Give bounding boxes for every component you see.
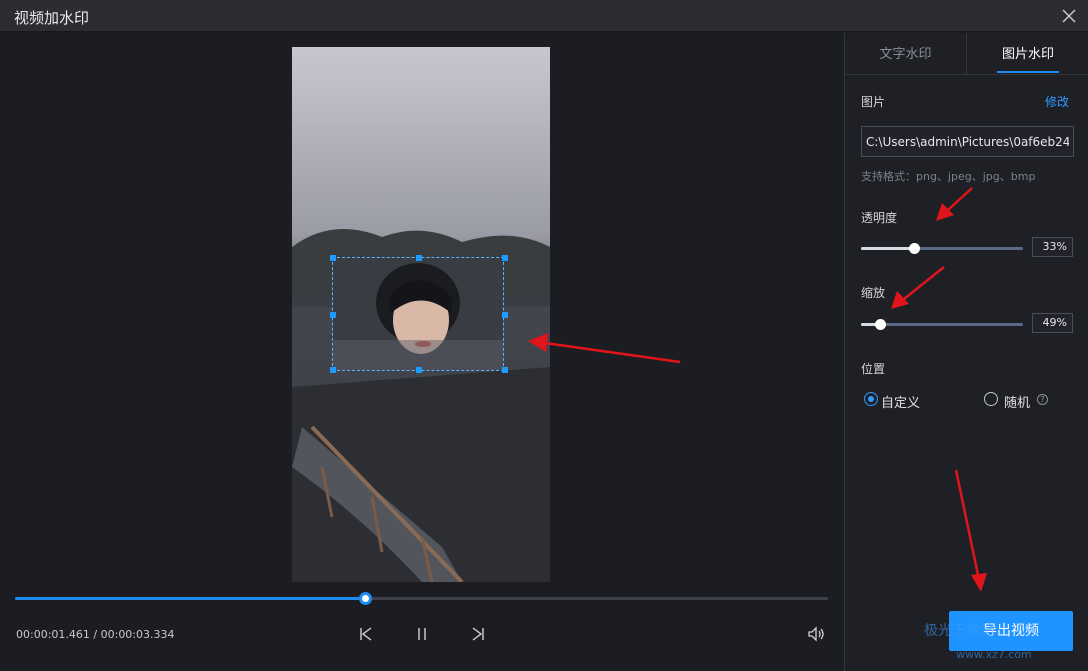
opacity-slider[interactable] [861, 243, 1023, 254]
scale-value[interactable]: 49% [1032, 313, 1073, 333]
video-preview [292, 47, 550, 582]
radio-random-label[interactable]: 随机 [1004, 392, 1030, 411]
active-tab-indicator [997, 71, 1059, 73]
resize-handle-ml[interactable] [330, 312, 336, 318]
help-icon[interactable]: ? [1037, 394, 1048, 405]
site-watermark-url: www.xz7.com [956, 648, 1032, 661]
watermark-selection-box[interactable] [330, 255, 508, 373]
resize-handle-tl[interactable] [330, 255, 336, 261]
resize-handle-bl[interactable] [330, 367, 336, 373]
seek-progress [15, 597, 366, 600]
modify-image-link[interactable]: 修改 [1045, 93, 1069, 110]
watermark-image [333, 258, 503, 370]
watermark-tabs: 文字水印 图片水印 [845, 33, 1088, 75]
opacity-slider-thumb[interactable] [909, 243, 921, 254]
skip-next-icon[interactable] [468, 625, 488, 643]
scale-slider[interactable] [861, 319, 1023, 330]
radio-custom-label[interactable]: 自定义 [881, 392, 920, 411]
resize-handle-tr[interactable] [502, 255, 508, 261]
total-time: 00:00:03.334 [100, 628, 175, 641]
opacity-label: 透明度 [861, 211, 898, 225]
time-readout: 00:00:01.461 / 00:00:03.334 [16, 628, 175, 641]
resize-handle-br[interactable] [502, 367, 508, 373]
position-label: 位置 [861, 362, 886, 376]
title-bar: 视频加水印 [0, 0, 1088, 32]
radio-custom[interactable] [864, 392, 878, 406]
close-icon[interactable] [1060, 7, 1078, 25]
window-title: 视频加水印 [14, 9, 90, 27]
time-separator: / [89, 628, 101, 641]
tab-image-watermark[interactable]: 图片水印 [967, 33, 1088, 75]
skip-previous-icon[interactable] [356, 625, 376, 643]
site-watermark-text: 极光下载站 [924, 623, 994, 639]
current-time: 00:00:01.461 [16, 628, 90, 641]
resize-handle-mr[interactable] [502, 312, 508, 318]
seek-thumb[interactable] [359, 592, 373, 605]
seek-bar[interactable] [15, 592, 828, 605]
settings-panel: 文字水印 图片水印 图片 修改 支持格式：png、jpeg、jpg、bmp 透明… [844, 33, 1088, 671]
scale-label: 缩放 [861, 286, 886, 300]
opacity-value[interactable]: 33% [1032, 237, 1073, 257]
image-path-field[interactable] [861, 126, 1074, 157]
scale-slider-thumb[interactable] [875, 319, 887, 330]
tab-text-watermark[interactable]: 文字水印 [845, 33, 967, 75]
radio-random[interactable] [984, 392, 998, 406]
image-label: 图片 [861, 95, 886, 109]
opacity-slider-fill [861, 247, 915, 250]
tab-image-watermark-label: 图片水印 [1001, 47, 1054, 62]
pause-icon[interactable] [412, 625, 432, 643]
volume-icon[interactable] [806, 625, 826, 643]
supported-formats-hint: 支持格式：png、jpeg、jpg、bmp [861, 170, 1036, 183]
resize-handle-bc[interactable] [416, 367, 422, 373]
video-stage: 00:00:01.461 / 00:00:03.334 [0, 33, 844, 671]
resize-handle-tc[interactable] [416, 255, 422, 261]
